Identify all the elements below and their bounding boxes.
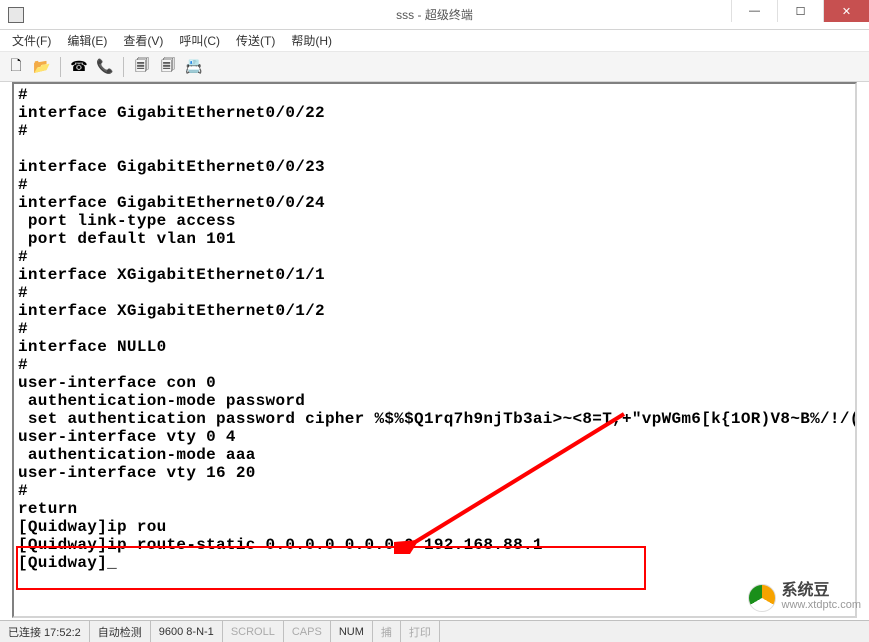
properties-button[interactable]: 📇 [184, 57, 204, 77]
statusbar: 已连接 17:52:2 自动检测 9600 8-N-1 SCROLL CAPS … [0, 620, 869, 642]
menu-call[interactable]: 呼叫(C) [173, 30, 226, 51]
close-button[interactable]: ✕ [823, 0, 869, 22]
watermark-icon [748, 584, 776, 612]
toolbar-separator [60, 57, 61, 77]
titlebar: sss - 超级终端 — ☐ ✕ [0, 0, 869, 30]
toolbar-separator [123, 57, 124, 77]
maximize-button[interactable]: ☐ [777, 0, 823, 22]
status-num: NUM [331, 621, 373, 642]
terminal-output[interactable]: # interface GigabitEthernet0/0/22 # inte… [14, 84, 855, 574]
menu-transfer[interactable]: 传送(T) [230, 30, 281, 51]
new-button[interactable]: 🗋 [6, 57, 26, 77]
menu-view[interactable]: 查看(V) [117, 30, 169, 51]
open-button[interactable]: 📂 [32, 57, 52, 77]
terminal-scroll[interactable]: # interface GigabitEthernet0/0/22 # inte… [14, 84, 855, 616]
receive-button[interactable]: 🗐 [158, 57, 178, 77]
menu-file[interactable]: 文件(F) [6, 30, 57, 51]
watermark-name: 系统豆 [782, 584, 861, 598]
minimize-button[interactable]: — [731, 0, 777, 22]
menu-help[interactable]: 帮助(H) [285, 30, 338, 51]
terminal-area: # interface GigabitEthernet0/0/22 # inte… [12, 82, 857, 618]
window-controls: — ☐ ✕ [731, 0, 869, 22]
connect-button[interactable]: ☎ [69, 57, 89, 77]
status-scroll: SCROLL [223, 621, 284, 642]
menu-edit[interactable]: 编辑(E) [61, 30, 113, 51]
watermark-text: 系统豆 www.xtdptc.com [782, 584, 861, 612]
watermark-url: www.xtdptc.com [782, 598, 861, 612]
status-caps: CAPS [284, 621, 331, 642]
toolbar: 🗋 📂 ☎ 📞 🗐 🗐 📇 [0, 52, 869, 82]
disconnect-button[interactable]: 📞 [95, 57, 115, 77]
menubar: 文件(F) 编辑(E) 查看(V) 呼叫(C) 传送(T) 帮助(H) [0, 30, 869, 52]
send-button[interactable]: 🗐 [132, 57, 152, 77]
status-connection: 已连接 17:52:2 [0, 621, 90, 642]
status-print: 打印 [401, 621, 440, 642]
status-serial: 9600 8-N-1 [151, 621, 223, 642]
status-capture: 捕 [373, 621, 401, 642]
status-detect: 自动检测 [90, 621, 151, 642]
watermark: 系统豆 www.xtdptc.com [748, 584, 861, 612]
